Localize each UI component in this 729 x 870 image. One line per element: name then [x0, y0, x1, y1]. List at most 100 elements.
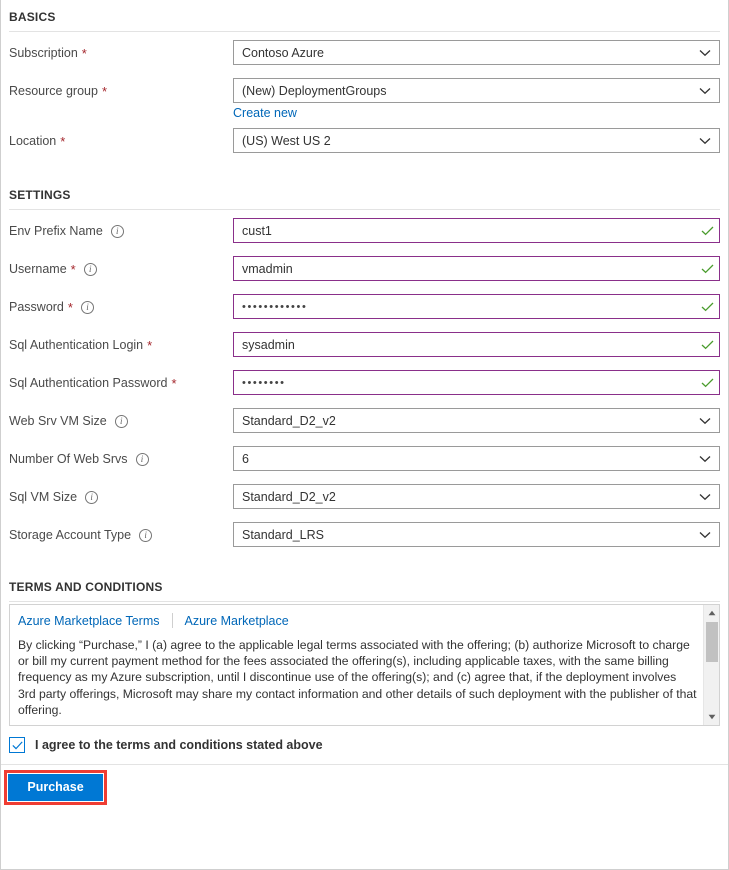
label-web-srv-vm-size-text: Web Srv VM Size: [9, 414, 107, 428]
sql-vm-size-select[interactable]: Standard_D2_v2: [233, 484, 720, 509]
label-sql-authentication-password: Sql Authentication Password *: [9, 364, 233, 390]
checkmark-icon: [11, 740, 23, 749]
purchase-highlight-annotation: Purchase: [4, 769, 107, 805]
scroll-up-arrow-icon[interactable]: [704, 605, 719, 621]
control-resource-group: (New) DeploymentGroups Create new: [233, 72, 720, 122]
basics-divider: [9, 31, 720, 32]
chevron-down-icon: [691, 417, 719, 425]
link-separator: [171, 613, 173, 628]
control-location: (US) West US 2: [233, 122, 720, 153]
azure-marketplace-terms-link[interactable]: Azure Marketplace Terms: [18, 614, 160, 628]
terms-content: Azure Marketplace Terms Azure Marketplac…: [10, 605, 719, 724]
field-row-sql-vm-size: Sql VM Size i Standard_D2_v2: [9, 478, 720, 516]
storage-account-type-value: Standard_LRS: [242, 527, 325, 542]
settings-section-heading: SETTINGS: [9, 188, 71, 202]
label-sql-authentication-login: Sql Authentication Login *: [9, 326, 233, 352]
resource-group-value: (New) DeploymentGroups: [242, 83, 387, 98]
label-location: Location *: [9, 122, 233, 148]
required-asterisk: *: [60, 133, 66, 149]
control-password: ••••••••••••: [233, 288, 720, 319]
checkmark-icon: [695, 340, 719, 350]
agree-row: I agree to the terms and conditions stat…: [9, 726, 720, 764]
info-icon[interactable]: i: [139, 528, 153, 542]
sql-vm-size-value: Standard_D2_v2: [242, 489, 336, 504]
label-storage-account-type: Storage Account Type i: [9, 516, 233, 542]
label-subscription: Subscription *: [9, 34, 233, 60]
label-resource-group: Resource group *: [9, 72, 233, 98]
label-username: Username * i: [9, 250, 233, 276]
checkmark-icon: [695, 226, 719, 236]
label-location-text: Location: [9, 134, 57, 148]
control-storage-account-type: Standard_LRS: [233, 516, 720, 547]
settings-divider: [9, 209, 720, 210]
env-prefix-name-input[interactable]: cust1: [233, 218, 720, 243]
info-icon[interactable]: i: [80, 300, 94, 314]
web-srv-vm-size-value: Standard_D2_v2: [242, 413, 336, 428]
azure-marketplace-link[interactable]: Azure Marketplace: [185, 614, 289, 628]
footer-bar: Purchase: [1, 765, 728, 809]
checkmark-icon: [695, 378, 719, 388]
info-icon[interactable]: i: [83, 262, 97, 276]
terms-section-heading: TERMS AND CONDITIONS: [9, 580, 163, 594]
env-prefix-name-value: cust1: [242, 223, 272, 238]
control-subscription: Contoso Azure: [233, 34, 720, 65]
terms-body-text: By clicking “Purchase,” I (a) agree to t…: [18, 638, 697, 717]
sql-authentication-password-value: ••••••••: [242, 376, 286, 389]
chevron-down-icon: [691, 87, 719, 95]
terms-scroll-box: Azure Marketplace Terms Azure Marketplac…: [9, 604, 720, 726]
chevron-down-icon: [691, 49, 719, 57]
create-new-resource-group-link[interactable]: Create new: [233, 106, 297, 120]
subscription-select[interactable]: Contoso Azure: [233, 40, 720, 65]
storage-account-type-select[interactable]: Standard_LRS: [233, 522, 720, 547]
info-icon[interactable]: i: [110, 224, 124, 238]
agree-label[interactable]: I agree to the terms and conditions stat…: [35, 738, 323, 752]
terms-scrollbar[interactable]: [703, 605, 719, 725]
scrollbar-thumb[interactable]: [706, 622, 718, 662]
password-value: ••••••••••••: [242, 300, 308, 313]
control-number-of-web-srvs: 6: [233, 440, 720, 471]
number-of-web-srvs-value: 6: [242, 451, 249, 466]
location-select[interactable]: (US) West US 2: [233, 128, 720, 153]
checkmark-icon: [695, 264, 719, 274]
field-row-number-of-web-srvs: Number Of Web Srvs i 6: [9, 440, 720, 478]
info-icon[interactable]: i: [135, 452, 149, 466]
label-password-text: Password: [9, 300, 64, 314]
purchase-button[interactable]: Purchase: [8, 773, 103, 801]
field-row-subscription: Subscription * Contoso Azure: [9, 34, 720, 72]
sql-authentication-login-input[interactable]: sysadmin: [233, 332, 720, 357]
label-number-of-web-srvs-text: Number Of Web Srvs: [9, 452, 128, 466]
number-of-web-srvs-select[interactable]: 6: [233, 446, 720, 471]
label-username-text: Username: [9, 262, 67, 276]
required-asterisk: *: [67, 299, 73, 315]
sql-authentication-login-value: sysadmin: [242, 337, 295, 352]
control-username: vmadmin: [233, 250, 720, 281]
scroll-down-arrow-icon[interactable]: [704, 709, 719, 725]
label-storage-account-type-text: Storage Account Type: [9, 528, 132, 542]
field-row-storage-account-type: Storage Account Type i Standard_LRS: [9, 516, 720, 554]
required-asterisk: *: [101, 83, 108, 99]
chevron-down-icon: [691, 455, 719, 463]
resource-group-select[interactable]: (New) DeploymentGroups: [233, 78, 720, 103]
field-row-sql-authentication-login: Sql Authentication Login * sysadmin: [9, 326, 720, 364]
password-input[interactable]: ••••••••••••: [233, 294, 720, 319]
field-row-username: Username * i vmadmin: [9, 250, 720, 288]
control-env-prefix-name: cust1: [233, 212, 720, 243]
label-subscription-text: Subscription: [9, 46, 78, 60]
web-srv-vm-size-select[interactable]: Standard_D2_v2: [233, 408, 720, 433]
agree-checkbox[interactable]: [9, 737, 25, 753]
label-resource-group-text: Resource group: [9, 84, 98, 98]
control-web-srv-vm-size: Standard_D2_v2: [233, 402, 720, 433]
label-sql-vm-size: Sql VM Size i: [9, 478, 233, 504]
required-asterisk: *: [70, 261, 76, 277]
required-asterisk: *: [171, 375, 177, 391]
info-icon[interactable]: i: [114, 414, 128, 428]
control-sql-vm-size: Standard_D2_v2: [233, 478, 720, 509]
label-sql-authentication-login-text: Sql Authentication Login: [9, 338, 144, 352]
chevron-down-icon: [691, 531, 719, 539]
field-row-sql-authentication-password: Sql Authentication Password * ••••••••: [9, 364, 720, 402]
field-row-env-prefix-name: Env Prefix Name i cust1: [9, 212, 720, 250]
control-sql-authentication-password: ••••••••: [233, 364, 720, 395]
info-icon[interactable]: i: [85, 490, 99, 504]
sql-authentication-password-input[interactable]: ••••••••: [233, 370, 720, 395]
username-input[interactable]: vmadmin: [233, 256, 720, 281]
